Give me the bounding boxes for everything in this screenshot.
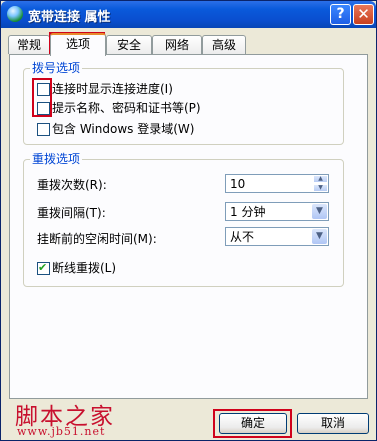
spinner-buttons[interactable]: ▲ ▼ [313, 175, 328, 192]
tab-security[interactable]: 安全 [106, 35, 152, 54]
redial-attempts-spinner[interactable]: 10 ▲ ▼ [225, 174, 329, 193]
chevron-down-icon[interactable]: ▼ [312, 229, 327, 244]
tab-general[interactable]: 常规 [8, 35, 50, 54]
windows-domain-checkbox[interactable] [37, 123, 50, 136]
redial-options-title: 重拨选项 [30, 152, 83, 166]
close-button[interactable]: ✕ [353, 4, 374, 25]
idle-time-label: 挂断前的空闲时间(M): [37, 232, 157, 246]
show-progress-label: 连接时显示连接进度(I) [52, 82, 173, 96]
title-bar[interactable]: 宽带连接 属性 ? ✕ [1, 1, 376, 28]
checkbox-highlight-box [32, 78, 52, 117]
prompt-credentials-label: 提示名称、密码和证书等(P) [52, 101, 201, 115]
redial-attempts-label: 重拨次数(R): [37, 178, 107, 192]
spin-down-icon[interactable]: ▼ [313, 184, 328, 192]
redial-attempts-value[interactable]: 10 [230, 177, 245, 191]
redial-interval-select[interactable]: 1 分钟 ▼ [225, 202, 329, 221]
tab-advanced[interactable]: 高级 [202, 35, 246, 54]
dial-options-title: 拨号选项 [30, 61, 83, 75]
chevron-down-icon[interactable]: ▼ [312, 204, 327, 219]
windows-domain-label: 包含 Windows 登录域(W) [52, 122, 195, 136]
watermark-url: www.jb51.net [17, 425, 106, 438]
help-button[interactable]: ? [330, 4, 351, 25]
redial-interval-label: 重拨间隔(T): [37, 206, 106, 220]
redial-if-dropped-label: 断线重拨(L) [52, 261, 117, 275]
tab-options[interactable]: 选项 [50, 33, 106, 56]
idle-time-value: 从不 [230, 230, 255, 244]
idle-time-select[interactable]: 从不 ▼ [225, 227, 329, 246]
tab-networking[interactable]: 网络 [152, 35, 202, 54]
redial-interval-value: 1 分钟 [230, 205, 266, 219]
properties-window: 宽带连接 属性 ? ✕ 常规 选项 安全 网络 高级 拨号选项 连接时显示连接进… [0, 0, 377, 441]
window-title: 宽带连接 属性 [28, 10, 111, 25]
redial-if-dropped-checkbox[interactable] [37, 260, 50, 276]
spin-up-icon[interactable]: ▲ [313, 175, 328, 183]
ok-highlight-box [213, 409, 292, 438]
cancel-button[interactable]: 取消 [297, 413, 369, 434]
network-connection-icon [7, 6, 23, 22]
